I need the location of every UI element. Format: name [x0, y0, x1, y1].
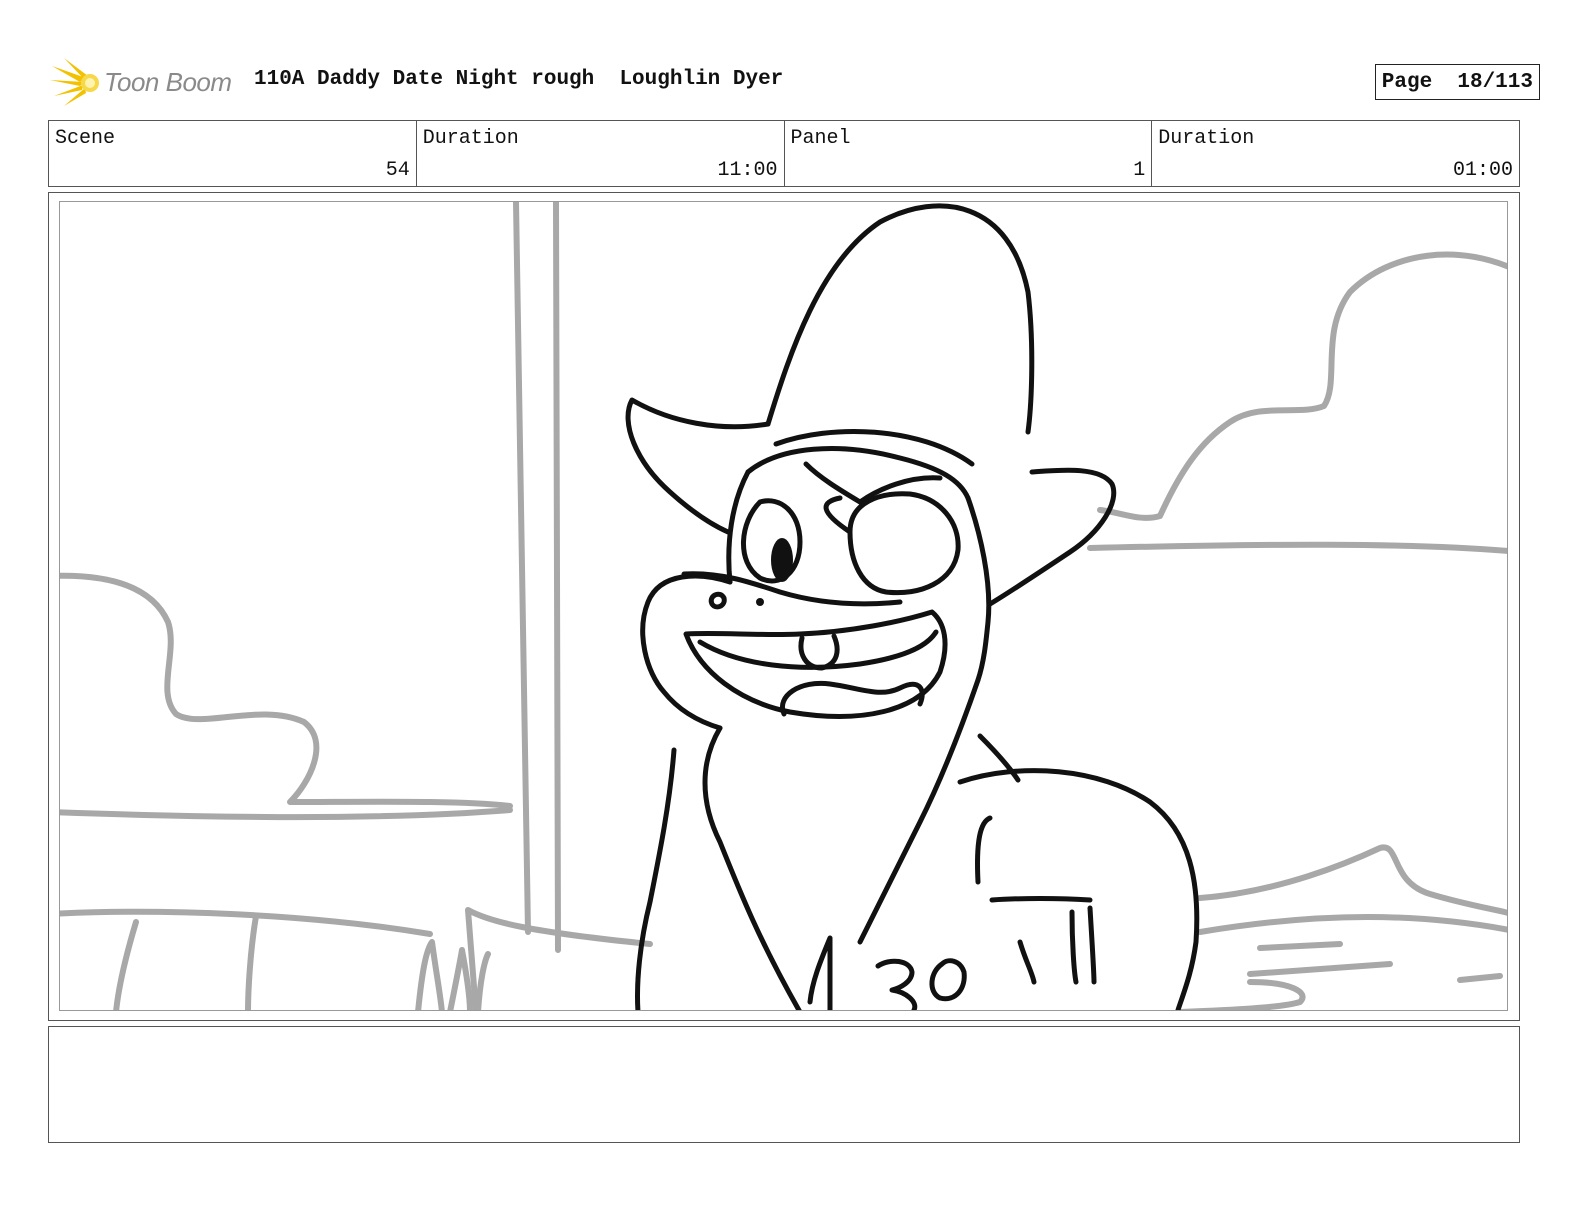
page-indicator: Page 18/113	[1374, 64, 1540, 100]
scene-duration-value: 11:00	[717, 159, 778, 182]
toon-boom-burst-icon	[50, 58, 99, 106]
collar	[975, 815, 993, 885]
scene-info-row: Scene 54 Duration 11:00 Panel 1 Duration…	[48, 120, 1520, 187]
shoulder	[957, 768, 1200, 1010]
mouth-inner	[697, 629, 939, 670]
panel-duration-label: Duration	[1158, 127, 1255, 150]
right-ground-2	[1197, 914, 1507, 935]
left-wall-top	[60, 908, 433, 937]
panel-duration-cell: Duration 01:00	[1152, 121, 1519, 186]
scene-duration-cell: Duration 11:00	[417, 121, 785, 186]
pupil-left	[771, 538, 793, 582]
background-sketch	[60, 202, 1507, 1010]
tongue	[779, 680, 925, 717]
panel-sketch	[60, 202, 1507, 1010]
scene-label: Scene	[55, 127, 116, 150]
storyboard-header: Toon Boom 110A Daddy Date Night rough Lo…	[50, 56, 1540, 108]
panel-notes[interactable]	[48, 1026, 1520, 1143]
scene-cell: Scene 54	[49, 121, 417, 186]
right-ground-3	[1247, 941, 1503, 983]
character-sketch	[625, 203, 1200, 1010]
chin-left	[702, 725, 802, 1010]
document-title: 110A Daddy Date Night rough Loughlin Dye…	[254, 68, 784, 91]
shirt-line-2	[807, 935, 833, 1010]
scene-number: 54	[385, 159, 410, 182]
left-pole-2	[553, 202, 561, 953]
shirt-letter-3	[875, 958, 918, 1010]
panel-duration-value: 01:00	[1452, 159, 1513, 182]
mouth-outer	[683, 609, 948, 719]
right-ground-1	[1197, 844, 1507, 916]
toon-boom-logo: Toon Boom	[50, 56, 232, 108]
left-post-1	[113, 919, 139, 1010]
panel-label: Panel	[790, 127, 851, 150]
logo-text: Toon Boom	[104, 66, 232, 97]
left-horizon	[60, 807, 513, 821]
eye-right	[847, 491, 961, 596]
left-cloud	[60, 572, 513, 809]
shirt-marks	[1017, 905, 1097, 985]
storyboard-panel	[48, 192, 1520, 1021]
right-cloud	[1097, 251, 1507, 521]
nostril-dot	[756, 598, 764, 606]
right-horizon	[1087, 541, 1507, 554]
shirt-line	[989, 896, 1093, 903]
teeth	[798, 633, 840, 671]
scene-duration-label: Duration	[422, 127, 519, 150]
eye-right-lid	[823, 495, 853, 535]
head-right	[965, 495, 992, 683]
hat-brim-right	[987, 467, 1117, 607]
hat-crown	[765, 203, 1035, 435]
chin-right	[857, 677, 981, 945]
right-path	[1177, 979, 1306, 1010]
hat-brim-left	[625, 397, 771, 535]
neck-left	[635, 747, 677, 1010]
left-grass	[415, 939, 491, 1010]
panel-number: 1	[1133, 159, 1146, 182]
left-post-2	[245, 913, 259, 1010]
hair-top	[745, 446, 971, 501]
shirt-letter-0	[929, 958, 967, 1002]
panel-safe-area	[59, 201, 1508, 1011]
nostril-1	[708, 591, 727, 610]
brow-left	[803, 461, 863, 505]
panel-cell: Panel 1	[785, 121, 1153, 186]
left-pole-1	[513, 202, 531, 935]
